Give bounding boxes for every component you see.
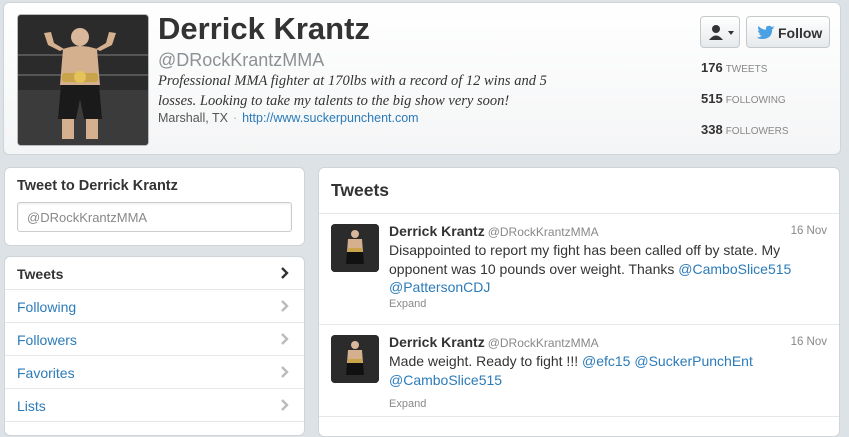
profile-meta: Marshall, TX · http://www.suckerpunchent.c… [158, 111, 419, 125]
person-icon [709, 25, 734, 40]
profile-nav: Tweets Following Followers Favorites Lis… [4, 256, 305, 436]
nav-item-tweets[interactable]: Tweets [5, 257, 304, 290]
tweet-avatar[interactable] [331, 335, 379, 383]
tweet-to-box: Tweet to Derrick Krantz @DRockKrantzMMA [4, 167, 305, 246]
nav-item-label: Following [17, 299, 77, 315]
stat-tweets[interactable]: 176 TWEETS [701, 60, 767, 75]
nav-item-label: Favorites [17, 365, 75, 381]
user-actions-button[interactable] [700, 16, 740, 48]
tweet-item[interactable]: Derrick Krantz @DRockKrantzMMA 16 Nov Mad… [319, 325, 839, 435]
chevron-right-icon [281, 366, 289, 378]
nav-item-lists[interactable]: Lists [5, 389, 304, 422]
tweet-input[interactable]: @DRockKrantzMMA [17, 202, 292, 232]
mention-link[interactable]: @CamboSlice515 [678, 261, 791, 277]
nav-item-following[interactable]: Following [5, 290, 304, 323]
tweet-author[interactable]: Derrick Krantz @DRockKrantzMMA [389, 223, 599, 239]
chevron-right-icon [281, 333, 289, 345]
tweet-author-name: Derrick Krantz [389, 223, 485, 239]
profile-avatar[interactable] [17, 14, 149, 146]
tweet-expand-link[interactable]: Expand [389, 298, 426, 310]
nav-item-followers[interactable]: Followers [5, 323, 304, 356]
tweet-box-title: Tweet to Derrick Krantz [17, 178, 178, 194]
stat-following-count: 515 [701, 91, 723, 106]
profile-header: Derrick Krantz @DRockKrantzMMA Professio… [3, 2, 841, 155]
stat-following-label: FOLLOWING [725, 95, 786, 106]
tweet-text: Disappointed to report my fight has been… [389, 241, 819, 297]
tweet-author-name: Derrick Krantz [389, 334, 485, 350]
chevron-right-icon [281, 399, 289, 411]
stat-followers-label: FOLLOWERS [725, 126, 789, 137]
mention-link[interactable]: @PattersonCDJ [389, 279, 490, 295]
timeline-header: Tweets [331, 180, 390, 200]
fighter-thumbnail [331, 224, 379, 272]
tweets-timeline: Tweets Derrick Krantz @DRockKrantzMMA 16 … [318, 167, 840, 437]
profile-url-link[interactable]: http://www.suckerpunchent.com [242, 111, 418, 125]
tweet-author-handle: @DRockKrantzMMA [487, 225, 599, 239]
fighter-photo [18, 15, 148, 145]
stat-tweets-count: 176 [701, 60, 723, 75]
divider [319, 416, 839, 417]
tweet-date[interactable]: 16 Nov [791, 336, 827, 348]
chevron-right-icon [281, 300, 289, 312]
tweet-text: Made weight. Ready to fight !!! @efc15 @… [389, 352, 819, 389]
tweet-text-body: Made weight. Ready to fight !!! [389, 353, 582, 369]
profile-location: Marshall, TX [158, 111, 228, 125]
stat-followers[interactable]: 338 FOLLOWERS [701, 122, 789, 137]
stat-followers-count: 338 [701, 122, 723, 137]
tweet-avatar[interactable] [331, 224, 379, 272]
tweet-author-handle: @DRockKrantzMMA [487, 336, 599, 350]
stat-following[interactable]: 515 FOLLOWING [701, 91, 786, 106]
profile-handle: @DRockKrantzMMA [158, 50, 325, 70]
nav-item-label: Tweets [17, 266, 64, 282]
nav-item-label: Lists [17, 398, 46, 414]
caret-down-icon [728, 31, 734, 35]
fighter-thumbnail [331, 335, 379, 383]
mention-link[interactable]: @SuckerPunchEnt [634, 353, 753, 369]
chevron-right-icon [281, 267, 289, 279]
meta-separator: · [232, 111, 238, 125]
nav-item-favorites[interactable]: Favorites [5, 356, 304, 389]
tweet-item[interactable]: Derrick Krantz @DRockKrantzMMA 16 Nov Dis… [319, 214, 839, 324]
tweet-expand-link[interactable]: Expand [389, 398, 426, 410]
profile-bio: Professional MMA fighter at 170lbs with … [158, 73, 547, 109]
nav-item-label: Followers [17, 332, 77, 348]
follow-button[interactable]: Follow [746, 16, 830, 48]
follow-button-label: Follow [778, 25, 823, 41]
tweet-author[interactable]: Derrick Krantz @DRockKrantzMMA [389, 334, 599, 350]
mention-link[interactable]: @CamboSlice515 [389, 372, 502, 388]
profile-name: Derrick Krantz [158, 11, 370, 46]
bird-icon [756, 25, 775, 39]
stat-tweets-label: TWEETS [725, 64, 768, 75]
mention-link[interactable]: @efc15 [582, 353, 630, 369]
tweet-date[interactable]: 16 Nov [791, 225, 827, 237]
